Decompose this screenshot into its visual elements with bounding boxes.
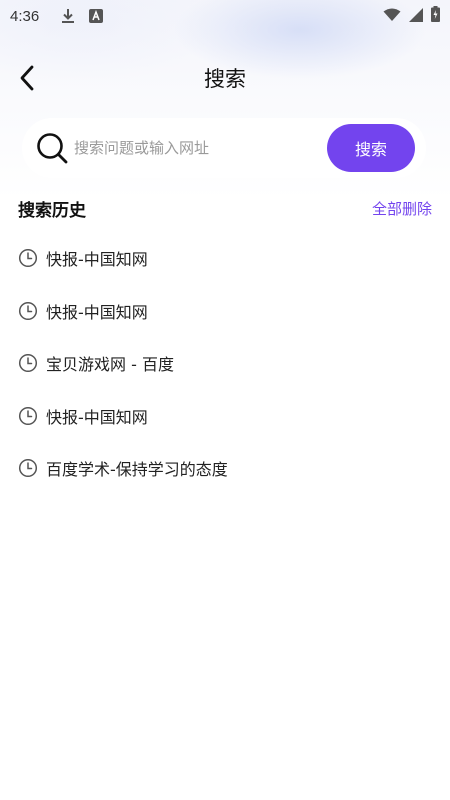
history-header: 搜索历史 全部删除 [18, 194, 432, 222]
status-time: 4:36 [10, 7, 40, 25]
status-bar: 4:36 [0, 0, 450, 32]
battery-icon [431, 6, 440, 26]
history-item[interactable]: 百度学术-保持学习的态度 [18, 442, 432, 495]
history-item[interactable]: 宝贝游戏网 - 百度 [18, 337, 432, 390]
back-arrow-icon [20, 65, 34, 91]
history-item-label: 快报-中国知网 [46, 250, 148, 270]
history-item-label: 百度学术-保持学习的态度 [46, 460, 228, 480]
download-icon [61, 8, 75, 24]
history-title: 搜索历史 [18, 200, 86, 221]
page-title: 搜索 [204, 67, 246, 91]
clock-icon [18, 353, 38, 373]
clock-icon [18, 248, 38, 268]
clock-icon [18, 406, 38, 426]
delete-all-button[interactable]: 全部删除 [372, 198, 432, 219]
search-input[interactable] [74, 130, 314, 166]
back-button[interactable] [12, 62, 42, 94]
search-bar: 搜索 [22, 118, 426, 178]
history-item-label: 快报-中国知网 [46, 302, 148, 322]
history-item[interactable]: 快报-中国知网 [18, 390, 432, 443]
clock-icon [18, 301, 38, 321]
history-item[interactable]: 快报-中国知网 [18, 232, 432, 285]
history-item-label: 宝贝游戏网 - 百度 [46, 355, 174, 375]
history-list: 快报-中国知网 快报-中国知网 宝贝游戏网 - 百度 快报-中国知网 百度学术-… [18, 232, 432, 495]
search-button[interactable]: 搜索 [327, 124, 415, 172]
history-item-label: 快报-中国知网 [46, 407, 148, 427]
search-icon [34, 130, 70, 166]
clock-icon [18, 458, 38, 478]
nav-bar: 搜索 [0, 52, 450, 104]
wifi-icon [383, 7, 401, 26]
a-badge-icon [89, 9, 104, 23]
signal-icon [409, 7, 423, 26]
history-item[interactable]: 快报-中国知网 [18, 285, 432, 338]
